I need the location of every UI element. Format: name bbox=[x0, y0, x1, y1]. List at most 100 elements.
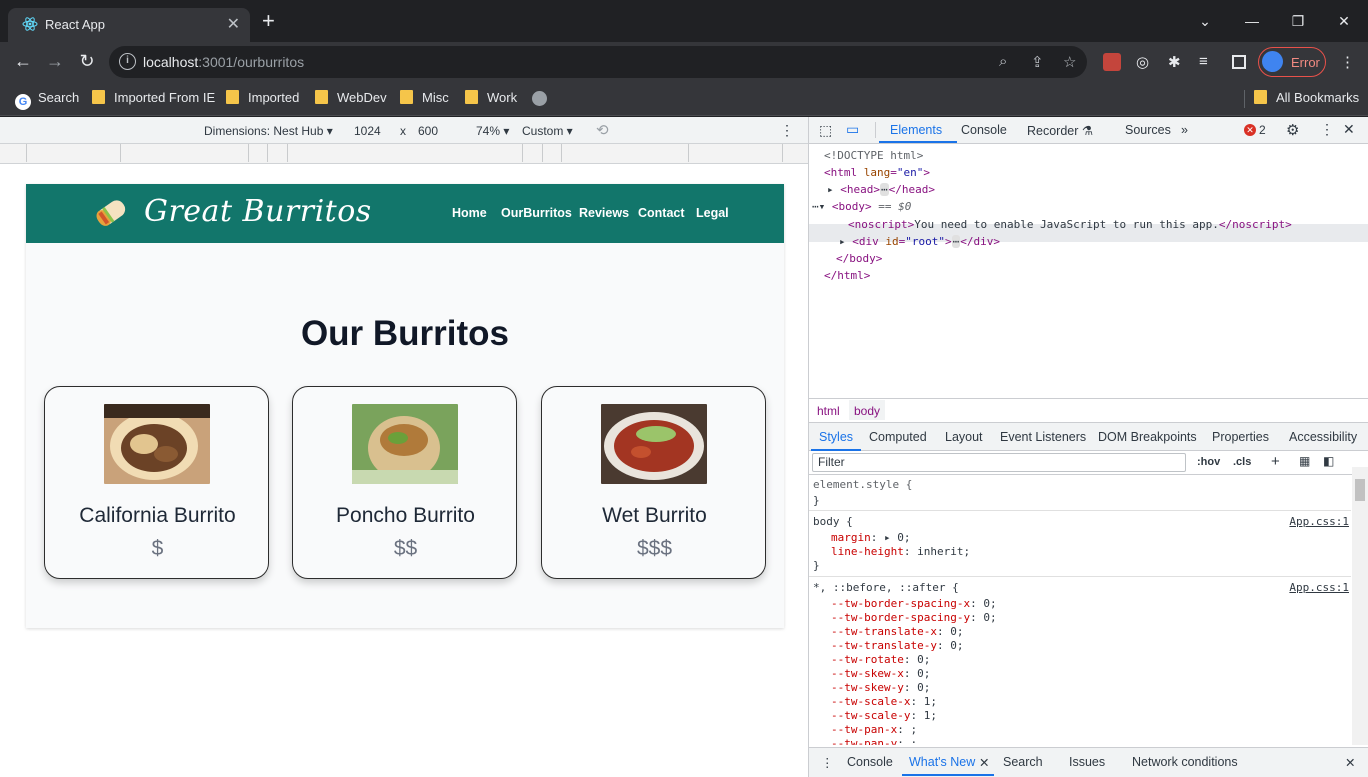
new-rule-icon[interactable]: + bbox=[1271, 453, 1280, 470]
tab-search-icon[interactable]: ⌄ bbox=[1182, 0, 1228, 42]
css-property[interactable]: line-height: inherit; bbox=[831, 545, 970, 558]
back-icon[interactable]: ← bbox=[12, 51, 34, 72]
dom-root-div[interactable]: ▸ <div id="root">⋯</div> bbox=[839, 235, 1000, 248]
bookmark-misc[interactable]: Misc bbox=[400, 90, 449, 108]
close-window-icon[interactable]: ✕ bbox=[1321, 0, 1367, 42]
devtools-menu-icon[interactable]: ⋮ bbox=[1320, 121, 1334, 138]
subtab-properties[interactable]: Properties bbox=[1212, 430, 1269, 444]
breadcrumb-html[interactable]: html bbox=[817, 404, 840, 418]
nav-legal[interactable]: Legal bbox=[696, 206, 729, 220]
bookmark-imported-from-ie[interactable]: Imported From IE bbox=[92, 90, 215, 108]
minimize-icon[interactable]: — bbox=[1229, 0, 1275, 42]
dom-body[interactable]: ⋯▾ <body> == $0 bbox=[812, 200, 911, 213]
dom-doctype[interactable]: <!DOCTYPE html> bbox=[824, 149, 923, 162]
more-tabs-icon[interactable]: » bbox=[1181, 123, 1188, 137]
width-input[interactable]: 1024 bbox=[354, 124, 381, 138]
device-options-icon[interactable]: ⋮ bbox=[780, 122, 794, 139]
style-rule-element[interactable]: element.style { } bbox=[809, 475, 1351, 511]
bookmark-work[interactable]: Work bbox=[465, 90, 517, 108]
dom-html-close[interactable]: </html> bbox=[824, 269, 870, 282]
css-property[interactable]: --tw-scale-x: 1; bbox=[831, 695, 937, 708]
url-text[interactable]: localhost:3001/ourburritos bbox=[143, 54, 304, 70]
close-tab-icon[interactable]: ✕ bbox=[227, 14, 240, 34]
css-property[interactable]: --tw-pan-y: ; bbox=[831, 737, 917, 745]
browser-tab[interactable]: React App ✕ bbox=[8, 8, 250, 42]
breadcrumb-body[interactable]: body bbox=[849, 400, 886, 420]
record-extension-icon[interactable]: ◎ bbox=[1136, 53, 1149, 71]
dimensions-select[interactable]: Dimensions: Nest Hub ▾ bbox=[204, 124, 333, 138]
css-property[interactable]: --tw-skew-x: 0; bbox=[831, 667, 930, 680]
dom-html[interactable]: <html lang="en"> bbox=[824, 166, 930, 179]
nav-ourburritos[interactable]: OurBurritos bbox=[501, 206, 572, 220]
new-tab-icon[interactable]: + bbox=[262, 10, 275, 32]
media-queue-icon[interactable]: ≡ bbox=[1199, 53, 1208, 70]
tab-elements[interactable]: Elements bbox=[890, 123, 942, 137]
share-icon[interactable]: ⇪ bbox=[1031, 53, 1044, 71]
zoom-icon[interactable]: ⌕ bbox=[999, 53, 1007, 70]
filter-input[interactable]: Filter bbox=[812, 453, 1186, 472]
browser-menu-icon[interactable]: ⋮ bbox=[1340, 53, 1355, 71]
device-toggle-icon[interactable]: ▭ bbox=[846, 121, 859, 138]
close-drawer-icon[interactable]: ✕ bbox=[1345, 755, 1355, 770]
style-rule-universal[interactable]: *, ::before, ::after { App.css:1 --tw-bo… bbox=[809, 578, 1351, 745]
throttle-select[interactable]: Custom ▾ bbox=[522, 124, 573, 138]
drawer-tab-search[interactable]: Search bbox=[1003, 755, 1043, 769]
height-input[interactable]: 600 bbox=[418, 124, 438, 138]
bookmark-star-icon[interactable]: ☆ bbox=[1063, 53, 1076, 71]
css-property[interactable]: margin: ▸ 0; bbox=[831, 531, 911, 544]
source-link[interactable]: App.css:1 bbox=[1289, 515, 1349, 528]
subtab-styles[interactable]: Styles bbox=[819, 430, 853, 444]
profile-error-button[interactable]: Error bbox=[1258, 47, 1326, 77]
sidebar-toggle-icon[interactable]: ◧ bbox=[1323, 454, 1334, 468]
restore-icon[interactable]: ❐ bbox=[1275, 0, 1321, 42]
subtab-accessibility[interactable]: Accessibility bbox=[1289, 430, 1357, 444]
dom-noscript[interactable]: <noscript>You need to enable JavaScript … bbox=[848, 218, 1292, 231]
all-bookmarks[interactable]: All Bookmarks bbox=[1254, 90, 1359, 108]
burrito-card[interactable]: Wet Burrito $$$ bbox=[541, 386, 766, 579]
css-property[interactable]: --tw-rotate: 0; bbox=[831, 653, 930, 666]
extensions-puzzle-icon[interactable]: ✱ bbox=[1168, 53, 1181, 71]
close-devtools-icon[interactable]: ✕ bbox=[1343, 121, 1355, 138]
error-count[interactable]: 2 bbox=[1259, 123, 1266, 137]
cls-toggle[interactable]: .cls bbox=[1233, 456, 1251, 468]
subtab-computed[interactable]: Computed bbox=[869, 430, 927, 444]
css-property[interactable]: --tw-scale-y: 1; bbox=[831, 709, 937, 722]
css-property[interactable]: --tw-pan-x: ; bbox=[831, 723, 917, 736]
tab-console[interactable]: Console bbox=[961, 123, 1007, 137]
dom-body-close[interactable]: </body> bbox=[836, 252, 882, 265]
css-property[interactable]: --tw-border-spacing-x: 0; bbox=[831, 597, 997, 610]
error-icon[interactable]: ✕ bbox=[1244, 124, 1256, 136]
drawer-tab-network-conditions[interactable]: Network conditions bbox=[1132, 755, 1238, 769]
tab-recorder[interactable]: Recorder ⚗ bbox=[1027, 123, 1093, 138]
burrito-card[interactable]: California Burrito $ bbox=[44, 386, 269, 579]
css-property[interactable]: --tw-translate-y: 0; bbox=[831, 639, 963, 652]
styles-scrollbar[interactable] bbox=[1352, 467, 1368, 745]
inspect-element-icon[interactable]: ⬚ bbox=[819, 122, 832, 139]
close-drawer-tab-icon[interactable]: ✕ bbox=[979, 755, 989, 770]
rotate-icon[interactable]: ⟲ bbox=[596, 121, 609, 139]
nav-contact[interactable]: Contact bbox=[638, 206, 685, 220]
subtab-layout[interactable]: Layout bbox=[945, 430, 983, 444]
bookmark-webdev[interactable]: WebDev bbox=[315, 90, 387, 108]
drawer-tab-issues[interactable]: Issues bbox=[1069, 755, 1105, 769]
bookmark-search[interactable]: G Search bbox=[15, 90, 79, 110]
css-property[interactable]: --tw-translate-x: 0; bbox=[831, 625, 963, 638]
forward-icon[interactable]: → bbox=[44, 51, 66, 72]
drawer-menu-icon[interactable]: ⋮ bbox=[821, 755, 834, 770]
site-brand[interactable]: Great Burritos bbox=[144, 194, 372, 229]
drawer-tab-whats-new[interactable]: What's New bbox=[909, 755, 975, 769]
globe-icon[interactable] bbox=[532, 91, 547, 106]
bookmark-imported[interactable]: Imported bbox=[226, 90, 299, 108]
hov-toggle[interactable]: :hov bbox=[1197, 456, 1220, 468]
source-link[interactable]: App.css:1 bbox=[1289, 581, 1349, 594]
style-rule-body[interactable]: body { App.css:1 margin: ▸ 0; line-height… bbox=[809, 512, 1351, 577]
settings-gear-icon[interactable]: ⚙ bbox=[1286, 121, 1299, 139]
zoom-select[interactable]: 74% ▾ bbox=[476, 124, 509, 138]
dom-head[interactable]: ▸ <head>⋯</head> bbox=[827, 183, 935, 196]
subtab-dom-breakpoints[interactable]: DOM Breakpoints bbox=[1098, 430, 1197, 444]
nav-home[interactable]: Home bbox=[452, 206, 487, 220]
css-property[interactable]: --tw-border-spacing-y: 0; bbox=[831, 611, 997, 624]
css-property[interactable]: --tw-skew-y: 0; bbox=[831, 681, 930, 694]
tab-sources[interactable]: Sources bbox=[1125, 123, 1171, 137]
subtab-event-listeners[interactable]: Event Listeners bbox=[1000, 430, 1086, 444]
